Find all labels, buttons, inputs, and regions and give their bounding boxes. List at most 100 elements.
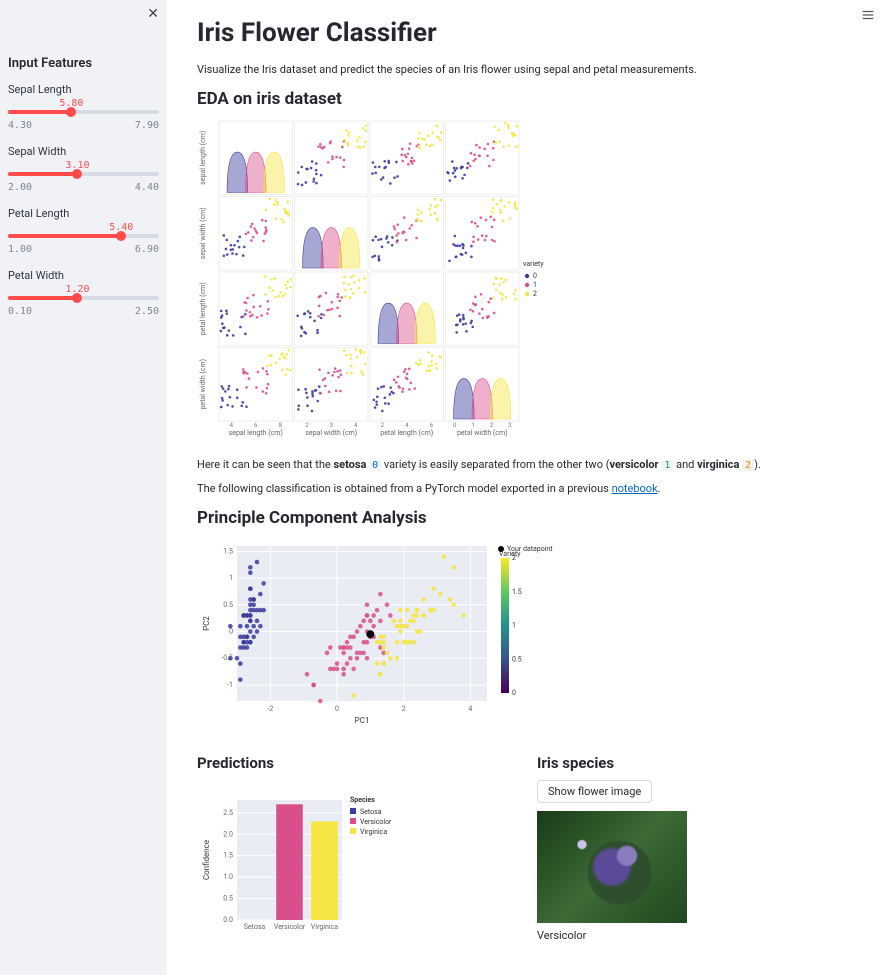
slider-max: 4.40	[135, 182, 159, 193]
svg-text:Setosa: Setosa	[360, 808, 382, 816]
svg-text:1.5: 1.5	[223, 547, 233, 555]
intro-text: Visualize the Iris dataset and predict t…	[197, 62, 853, 79]
svg-text:Confidence: Confidence	[202, 839, 211, 879]
svg-text:0: 0	[512, 689, 516, 697]
svg-text:2: 2	[402, 705, 406, 713]
svg-text:0: 0	[229, 627, 233, 635]
svg-text:1: 1	[229, 574, 233, 582]
svg-text:Species: Species	[350, 796, 375, 804]
svg-text:1.5: 1.5	[223, 851, 233, 859]
svg-text:sepal width (cm): sepal width (cm)	[305, 429, 357, 437]
svg-text:4: 4	[405, 422, 409, 429]
svg-text:petal width (cm): petal width (cm)	[199, 358, 207, 409]
svg-text:petal length (cm): petal length (cm)	[380, 429, 433, 437]
eda-text-1: Here it can be seen that the setosa 0 va…	[197, 457, 853, 474]
svg-text:0: 0	[335, 705, 339, 713]
svg-text:1: 1	[512, 621, 516, 629]
svg-text:Versicolor: Versicolor	[274, 923, 306, 931]
slider-sepal-width[interactable]: Sepal Width 3.10 2.00 4.40	[8, 145, 159, 193]
slider-label: Sepal Length	[8, 83, 159, 96]
svg-text:-2: -2	[267, 705, 273, 713]
pca-chart: -2024-1-0.500.511.5PC1PC2Your datapointV…	[197, 536, 557, 736]
slider-max: 2.50	[135, 306, 159, 317]
svg-text:0.5: 0.5	[223, 894, 233, 902]
svg-text:4: 4	[468, 705, 472, 713]
svg-text:0.5: 0.5	[512, 655, 522, 663]
main-content: Iris Flower Classifier Visualize the Iri…	[167, 0, 883, 975]
svg-text:0.0: 0.0	[223, 916, 233, 924]
eda-heading: EDA on iris dataset	[197, 89, 853, 109]
predictions-bar-chart: 0.0 0.5 1.0 1.5 2.0 2.5 Confidence Setosa Versic…	[197, 780, 427, 940]
slider-label: Petal Width	[8, 269, 159, 282]
svg-text:3: 3	[330, 422, 333, 429]
close-icon[interactable]: ✕	[147, 6, 159, 22]
svg-text:2: 2	[490, 422, 494, 429]
page-title: Iris Flower Classifier	[197, 18, 853, 48]
svg-text:3: 3	[508, 422, 511, 429]
svg-text:sepal width (cm): sepal width (cm)	[199, 207, 207, 259]
svg-text:6: 6	[430, 422, 434, 429]
pca-heading: Principle Component Analysis	[197, 508, 853, 528]
species-heading: Iris species	[537, 754, 853, 772]
svg-text:1.0: 1.0	[223, 873, 233, 881]
slider-min: 1.00	[8, 244, 32, 255]
slider-label: Petal Length	[8, 207, 159, 220]
slider-thumb[interactable]	[72, 293, 82, 303]
slider-track[interactable]: 1.20	[8, 296, 159, 300]
svg-text:variety: variety	[523, 260, 544, 268]
svg-text:2: 2	[533, 290, 537, 298]
svg-text:4: 4	[230, 422, 234, 429]
svg-text:2.0: 2.0	[223, 830, 233, 838]
slider-track[interactable]: 5.80	[8, 110, 159, 114]
svg-text:Setosa: Setosa	[244, 923, 266, 931]
slider-label: Sepal Width	[8, 145, 159, 158]
notebook-link[interactable]: notebook	[612, 482, 658, 495]
slider-max: 6.90	[135, 244, 159, 255]
predicted-species-label: Versicolor	[537, 929, 853, 942]
slider-max: 7.90	[135, 120, 159, 131]
svg-text:Virginica: Virginica	[311, 923, 338, 931]
svg-text:Versicolor: Versicolor	[360, 818, 392, 826]
predictions-col: Predictions 0.0 0.5 1.0 1.5 2.0 2.5 Confidence…	[197, 744, 513, 944]
svg-text:2: 2	[381, 422, 385, 429]
slider-min: 2.00	[8, 182, 32, 193]
svg-text:Virginica: Virginica	[360, 828, 387, 836]
hamburger-icon[interactable]	[861, 8, 875, 26]
svg-text:PC2: PC2	[202, 615, 211, 630]
svg-text:petal length (cm): petal length (cm)	[199, 282, 207, 335]
species-col: Iris species Show flower image Versicolo…	[537, 744, 853, 944]
svg-text:0: 0	[453, 422, 457, 429]
svg-text:sepal length (cm): sepal length (cm)	[229, 429, 283, 437]
slider-track[interactable]: 3.10	[8, 172, 159, 176]
svg-text:sepal length (cm): sepal length (cm)	[199, 130, 207, 184]
svg-text:8: 8	[279, 422, 283, 429]
slider-thumb[interactable]	[116, 231, 126, 241]
sidebar: ✕ Input Features Sepal Length 5.80 4.30 …	[0, 0, 167, 975]
slider-thumb[interactable]	[66, 107, 76, 117]
eda-text-2: The following classification is obtained…	[197, 481, 853, 498]
predictions-heading: Predictions	[197, 754, 513, 772]
svg-text:0.5: 0.5	[223, 600, 233, 608]
svg-text:2.5: 2.5	[223, 808, 233, 816]
svg-text:4: 4	[354, 422, 358, 429]
svg-text:0: 0	[533, 272, 537, 280]
svg-text:2: 2	[512, 554, 516, 562]
sidebar-title: Input Features	[8, 56, 159, 71]
slider-track[interactable]: 5.40	[8, 234, 159, 238]
svg-text:1: 1	[471, 422, 474, 429]
svg-text:2: 2	[305, 422, 309, 429]
slider-petal-length[interactable]: Petal Length 5.40 1.00 6.90	[8, 207, 159, 255]
svg-text:1: 1	[533, 281, 537, 289]
pairplot-chart: sepal length (cm)468sepal length (cm)sep…	[197, 117, 553, 449]
svg-text:PC1: PC1	[355, 716, 370, 725]
slider-petal-width[interactable]: Petal Width 1.20 0.10 2.50	[8, 269, 159, 317]
svg-text:1.5: 1.5	[512, 587, 522, 595]
svg-text:6: 6	[254, 422, 258, 429]
show-flower-button[interactable]: Show flower image	[537, 780, 652, 803]
slider-sepal-length[interactable]: Sepal Length 5.80 4.30 7.90	[8, 83, 159, 131]
slider-thumb[interactable]	[72, 169, 82, 179]
svg-text:Variety: Variety	[499, 550, 521, 558]
svg-text:petal width (cm): petal width (cm)	[457, 429, 508, 437]
svg-text:-1: -1	[227, 680, 233, 688]
flower-image	[537, 811, 687, 923]
